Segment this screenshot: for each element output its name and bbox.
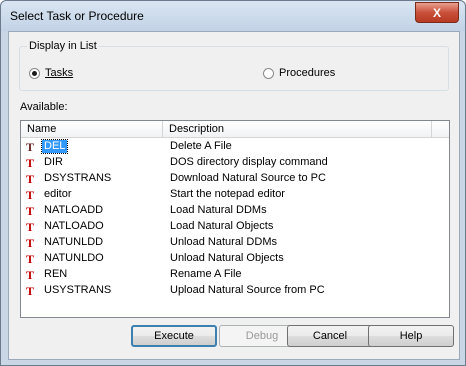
column-header-name[interactable]: Name bbox=[21, 121, 163, 137]
task-description: Start the notepad editor bbox=[170, 188, 285, 200]
title-bar[interactable]: Select Task or Procedure X bbox=[1, 1, 465, 31]
task-name: NATUNLDD bbox=[44, 236, 104, 248]
execute-label: Execute bbox=[154, 330, 194, 342]
list-item[interactable]: T NATLOADD Load Natural DDMs bbox=[21, 203, 449, 219]
task-name: DIR bbox=[44, 156, 63, 168]
task-name: DEL bbox=[40, 139, 69, 154]
task-name: NATLOADD bbox=[44, 204, 104, 216]
task-description: Rename A File bbox=[170, 268, 242, 280]
task-icon: T bbox=[26, 284, 35, 298]
close-button[interactable]: X bbox=[415, 2, 459, 23]
radio-tasks[interactable]: Tasks bbox=[29, 67, 73, 79]
task-name: NATUNLDO bbox=[44, 252, 104, 264]
task-icon: T bbox=[26, 252, 35, 266]
task-description: DOS directory display command bbox=[170, 156, 328, 168]
list-item[interactable]: T DIR DOS directory display command bbox=[21, 155, 449, 171]
task-icon: T bbox=[26, 236, 35, 250]
list-item[interactable]: T REN Rename A File bbox=[21, 267, 449, 283]
task-name: NATLOADO bbox=[44, 220, 104, 232]
help-label: Help bbox=[399, 330, 423, 342]
list-item[interactable]: T USYSTRANS Upload Natural Source from PC bbox=[21, 283, 449, 299]
task-list[interactable]: Name Description T DEL Delete A File T DIR DO… bbox=[20, 120, 450, 318]
list-item[interactable]: T NATUNLDD Unload Natural DDMs bbox=[21, 235, 449, 251]
task-icon: T bbox=[26, 172, 35, 186]
display-in-list-group: Display in List Tasks Procedures bbox=[19, 40, 449, 91]
group-legend: Display in List bbox=[27, 40, 99, 52]
dialog-client-area: Display in List Tasks Procedures Availab… bbox=[8, 31, 460, 360]
task-description: Upload Natural Source from PC bbox=[170, 284, 325, 296]
column-header-description[interactable]: Description bbox=[163, 121, 432, 137]
dialog-window: Select Task or Procedure X Display in Li… bbox=[0, 0, 466, 366]
task-name: DSYSTRANS bbox=[44, 172, 112, 184]
execute-button[interactable]: Execute bbox=[131, 325, 217, 347]
available-label: Available: bbox=[20, 101, 68, 113]
task-name: USYSTRANS bbox=[44, 284, 112, 296]
list-item[interactable]: T NATUNLDO Unload Natural Objects bbox=[21, 251, 449, 267]
task-icon: T bbox=[26, 140, 35, 154]
radio-tasks-label[interactable]: Tasks bbox=[45, 67, 73, 79]
task-description: Delete A File bbox=[170, 140, 232, 152]
task-description: Load Natural DDMs bbox=[170, 204, 267, 216]
radio-procedures-indicator[interactable] bbox=[263, 67, 274, 79]
cancel-label: Cancel bbox=[312, 330, 348, 342]
task-description: Download Natural Source to PC bbox=[170, 172, 326, 184]
list-header: Name Description bbox=[21, 121, 449, 138]
list-item[interactable]: T NATLOADO Load Natural Objects bbox=[21, 219, 449, 235]
task-icon: T bbox=[26, 156, 35, 170]
list-item[interactable]: T DEL Delete A File bbox=[21, 139, 449, 155]
list-item[interactable]: T DSYSTRANS Download Natural Source to PC bbox=[21, 171, 449, 187]
task-icon: T bbox=[26, 220, 35, 234]
list-item[interactable]: Teditor Start the notepad editor bbox=[21, 187, 449, 203]
radio-tasks-indicator[interactable] bbox=[29, 67, 40, 79]
debug-label: Debug bbox=[245, 330, 279, 342]
cancel-button[interactable]: Cancel bbox=[287, 325, 373, 347]
task-icon: T bbox=[26, 268, 35, 282]
task-icon: T bbox=[26, 188, 35, 202]
task-name: editor bbox=[44, 188, 72, 200]
task-icon: T bbox=[26, 204, 35, 218]
task-description: Unload Natural Objects bbox=[170, 252, 284, 264]
radio-procedures-label[interactable]: Procedures bbox=[279, 67, 335, 79]
radio-procedures[interactable]: Procedures bbox=[263, 67, 335, 79]
close-icon: X bbox=[432, 5, 441, 20]
task-name: REN bbox=[44, 268, 68, 280]
task-description: Load Natural Objects bbox=[170, 220, 274, 232]
task-description: Unload Natural DDMs bbox=[170, 236, 277, 248]
window-title: Select Task or Procedure bbox=[10, 9, 144, 23]
help-button[interactable]: Help bbox=[368, 325, 454, 347]
